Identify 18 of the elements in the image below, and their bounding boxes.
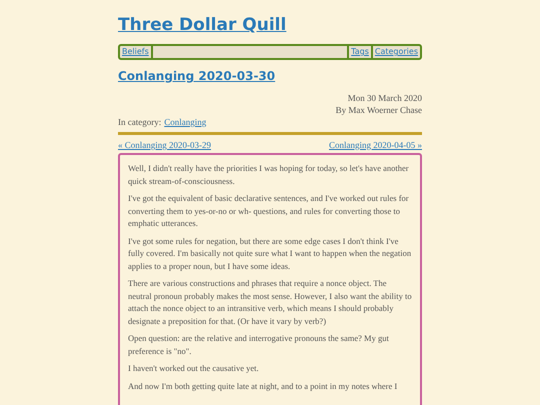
paragraph: I've got some rules for negation, but there are some edge cases I don't think I've fully covered. I'm basically not quite sure what I want to happen when the negation applies to a proper noun, but I have some ideas.	[128, 234, 412, 272]
paragraph: And now I'm both getting quite late at night, and to a point in my notes where I	[128, 380, 398, 392]
category-label: In category:	[118, 116, 162, 128]
paragraph: I've got the equivalent of basic declarative sentences, and I've worked out rules for converting them to yes-or-no or wh- questions, and rules for converting those to emphatic utterances.	[128, 192, 410, 230]
next-post-link[interactable]: Conlanging 2020-04-05 »	[329, 139, 422, 151]
paragraph: There are various constructions and phrases that require a nonce object. The neutral pronoun probably makes the most sense. However, I also want the ability to attach the nonce object to an intransitive verb, which means I should probably designate a preposition for that. (Or have it vary by verb?)	[128, 277, 412, 327]
paragraph: Open question: are the relative and interrogative pronouns the same? My gut preference is "no".	[128, 332, 390, 357]
previous-post-link[interactable]: « Conlanging 2020-03-29	[118, 139, 211, 151]
site-title[interactable]: Three Dollar Quill	[118, 14, 422, 36]
nav-link[interactable]: Tags	[347, 46, 369, 58]
nav-link[interactable]: Categories	[370, 46, 418, 58]
post-date: Mon 30 March 2020	[346, 92, 422, 104]
paragraph: I haven't worked out the causative yet.	[128, 362, 260, 374]
nav-link[interactable]: Beliefs	[122, 46, 153, 58]
category-link[interactable]: Conlanging	[164, 116, 206, 128]
post-author: By Max Woerner Chase	[334, 104, 422, 116]
paragraph: Well, I didn't really have the priorities I was hoping for today, so let's have another quick stream-of-consciousness.	[128, 162, 410, 187]
post-title[interactable]: Conlanging 2020-03-30	[118, 68, 422, 84]
